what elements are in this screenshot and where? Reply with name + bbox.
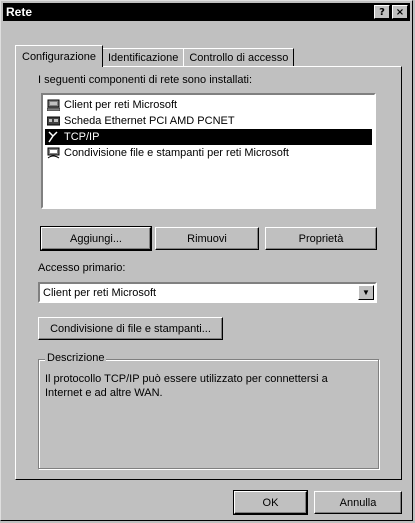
- properties-button[interactable]: Proprietà: [265, 227, 377, 250]
- window-title: Rete: [6, 5, 33, 19]
- tab-panel-configurazione: I seguenti componenti di rete sono insta…: [15, 66, 402, 480]
- components-label: I seguenti componenti di rete sono insta…: [38, 74, 253, 86]
- chevron-down-icon[interactable]: ▼: [358, 285, 374, 300]
- tab-controllo-accesso[interactable]: Controllo di accesso: [183, 48, 295, 67]
- tab-identificazione[interactable]: Identificazione: [102, 48, 185, 67]
- file-sharing-icon: [47, 147, 60, 159]
- cancel-button[interactable]: Annulla: [314, 491, 402, 514]
- description-text: Il protocollo TCP/IP può essere utilizza…: [45, 373, 328, 399]
- help-button[interactable]: ?: [374, 5, 390, 19]
- primary-logon-label: Accesso primario:: [38, 262, 126, 274]
- primary-logon-value: Client per reti Microsoft: [43, 286, 157, 299]
- network-dialog: Rete ? × Configurazione Identificazione …: [0, 0, 413, 521]
- list-item[interactable]: Condivisione file e stampanti per reti M…: [45, 145, 372, 161]
- list-item[interactable]: Client per reti Microsoft: [45, 97, 372, 113]
- network-adapter-icon: [47, 116, 60, 126]
- remove-button[interactable]: Rimuovi: [155, 227, 259, 250]
- ok-button[interactable]: OK: [233, 490, 308, 515]
- list-item[interactable]: Scheda Ethernet PCI AMD PCNET: [45, 113, 372, 129]
- tab-configurazione[interactable]: Configurazione: [15, 45, 103, 67]
- components-list[interactable]: Client per reti Microsoft Scheda Etherne…: [41, 93, 376, 209]
- file-sharing-button[interactable]: Condivisione di file e stampanti...: [38, 317, 223, 340]
- close-button[interactable]: ×: [392, 5, 408, 19]
- primary-logon-select[interactable]: Client per reti Microsoft ▼: [38, 282, 377, 303]
- description-title: Descrizione: [45, 352, 107, 364]
- list-item[interactable]: TCP/IP: [45, 129, 372, 145]
- title-bar[interactable]: Rete ? ×: [3, 3, 410, 21]
- protocol-icon: [48, 131, 58, 143]
- tab-strip: Configurazione Identificazione Controllo…: [15, 45, 295, 67]
- network-client-icon: [47, 99, 60, 111]
- description-group: Descrizione Il protocollo TCP/IP può ess…: [38, 352, 379, 469]
- add-button[interactable]: Aggiungi...: [40, 226, 152, 251]
